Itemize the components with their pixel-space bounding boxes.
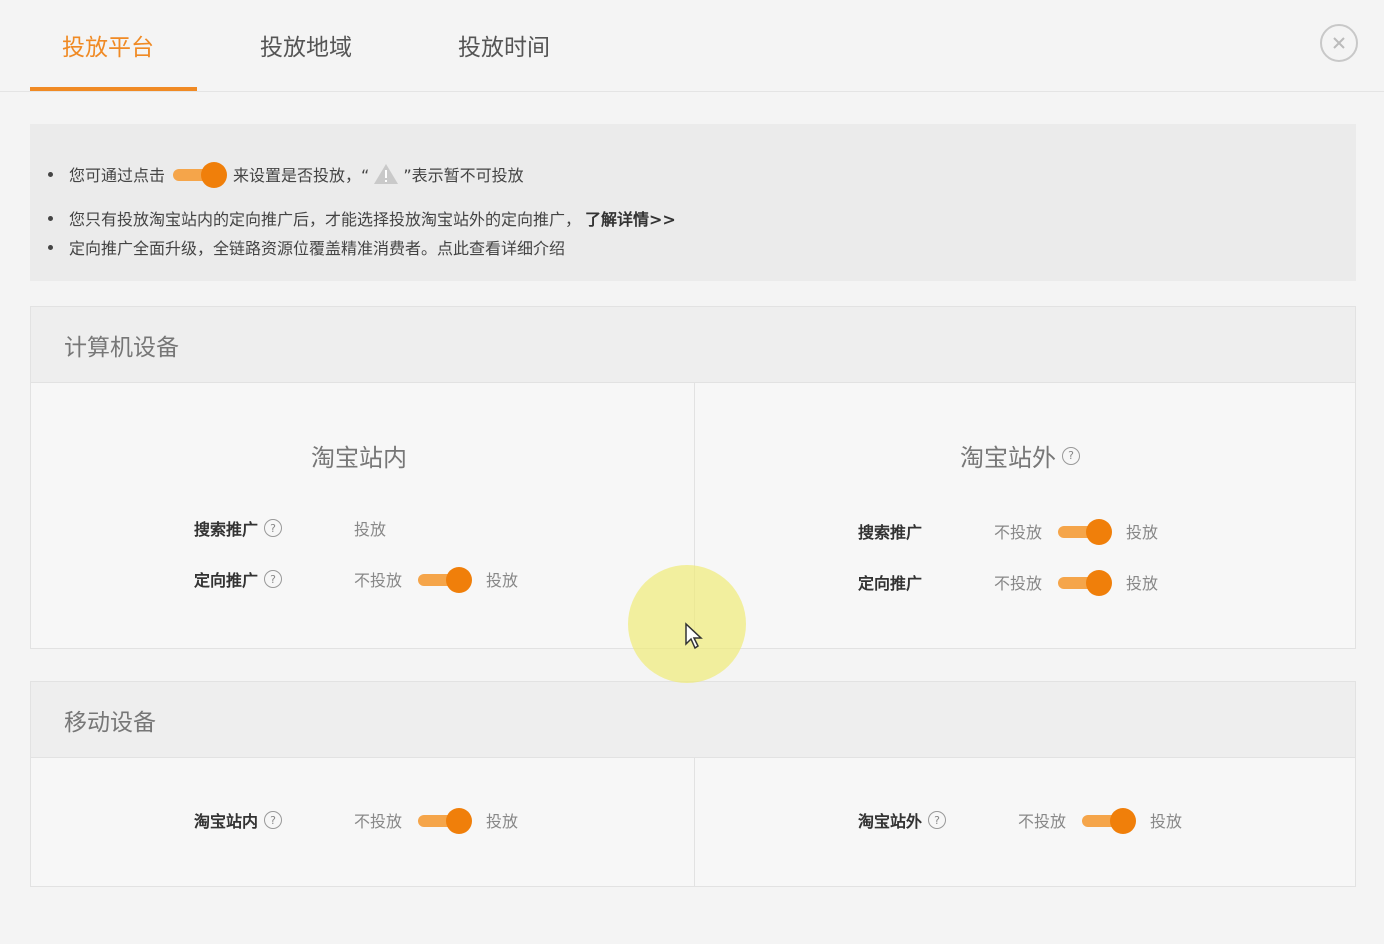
tab-bar: 投放平台 投放地域 投放时间	[0, 0, 1384, 92]
notice-line-2: 您只有投放淘宝站内的定向推广后，才能选择投放淘宝站外的定向推广， 了解详情>>	[48, 206, 676, 230]
inside-title: 淘宝站内	[311, 444, 407, 472]
mobile-devices-panel: 移动设备 淘宝站内 ? 不投放 投放 淘宝站外 ? 不投放 投放	[30, 681, 1356, 887]
outside-title: 淘宝站外 ?	[960, 438, 1080, 473]
tab-platform[interactable]: 投放平台	[62, 28, 154, 62]
on-label: 投放	[486, 812, 519, 831]
help-icon[interactable]: ?	[264, 570, 283, 588]
row-label: 搜索推广	[194, 520, 259, 539]
active-tab-indicator	[30, 87, 197, 91]
on-label: 投放	[1126, 574, 1159, 593]
pc-inside-targeted-row: 定向推广 ? 不投放 投放	[194, 567, 519, 593]
notice-line-1: 您可通过点击 来设置是否投放，“ ”表示暂不可投放	[48, 162, 524, 188]
mobile-outside-row: 淘宝站外 ? 不投放 投放	[858, 808, 1183, 834]
bullet-dot	[48, 171, 53, 177]
notice-box: 您可通过点击 来设置是否投放，“ ”表示暂不可投放 您只有投放淘宝站内的定向推广…	[30, 124, 1356, 281]
row-label: 定向推广	[858, 574, 923, 593]
mobile-outside-toggle[interactable]	[1082, 808, 1137, 834]
notice-text: 您只有投放淘宝站内的定向推广后，才能选择投放淘宝站外的定向推广，	[69, 210, 582, 229]
off-label: 不投放	[1018, 812, 1067, 831]
on-label: 投放	[1126, 523, 1159, 542]
row-label: 淘宝站外	[858, 812, 923, 831]
off-label: 不投放	[354, 571, 403, 590]
notice-upgrade-link[interactable]: 定向推广全面升级，全链路资源位覆盖精准消费者。点此查看详细介绍	[69, 235, 565, 259]
notice-text: 来设置是否投放，“	[233, 166, 370, 185]
on-label: 投放	[486, 571, 519, 590]
panel-title: 计算机设备	[31, 307, 1355, 383]
panel-title: 移动设备	[31, 682, 1355, 758]
bullet-dot	[48, 244, 53, 250]
pc-outside-targeted-row: 定向推广 不投放 投放	[858, 570, 1159, 596]
off-label: 不投放	[994, 523, 1043, 542]
help-icon[interactable]: ?	[928, 811, 947, 829]
mouse-pointer-icon	[685, 622, 703, 650]
off-label: 不投放	[354, 812, 403, 831]
example-toggle	[173, 162, 228, 188]
pc-outside-search-toggle[interactable]	[1058, 519, 1113, 545]
row-label: 淘宝站内	[194, 812, 259, 831]
learn-more-link[interactable]: 了解详情>>	[585, 206, 676, 230]
pc-outside-search-row: 搜索推广 不投放 投放	[858, 519, 1159, 545]
off-label: 不投放	[994, 574, 1043, 593]
close-button[interactable]	[1320, 24, 1358, 62]
status-text: 投放	[354, 520, 387, 539]
tab-time[interactable]: 投放时间	[458, 28, 550, 62]
tab-region[interactable]: 投放地域	[260, 28, 352, 62]
row-label: 搜索推广	[858, 523, 923, 542]
close-icon	[1333, 37, 1345, 49]
pc-inside-targeted-toggle[interactable]	[418, 567, 473, 593]
notice-line-3[interactable]: 定向推广全面升级，全链路资源位覆盖精准消费者。点此查看详细介绍	[48, 235, 565, 259]
outside-title-text: 淘宝站外	[960, 444, 1056, 472]
pc-inside-search-row: 搜索推广 ? 投放	[194, 516, 386, 540]
on-label: 投放	[1150, 812, 1183, 831]
warning-icon	[374, 164, 399, 184]
mobile-inside-row: 淘宝站内 ? 不投放 投放	[194, 808, 519, 834]
help-icon[interactable]: ?	[264, 811, 283, 829]
bullet-dot	[48, 215, 53, 221]
pc-outside-targeted-toggle[interactable]	[1058, 570, 1113, 596]
column-divider	[694, 758, 695, 886]
help-icon[interactable]: ?	[1062, 446, 1080, 465]
mobile-inside-toggle[interactable]	[418, 808, 473, 834]
row-label: 定向推广	[194, 571, 259, 590]
notice-text: 您可通过点击	[69, 166, 166, 185]
notice-text: ”表示暂不可投放	[403, 166, 524, 185]
help-icon[interactable]: ?	[264, 519, 283, 537]
